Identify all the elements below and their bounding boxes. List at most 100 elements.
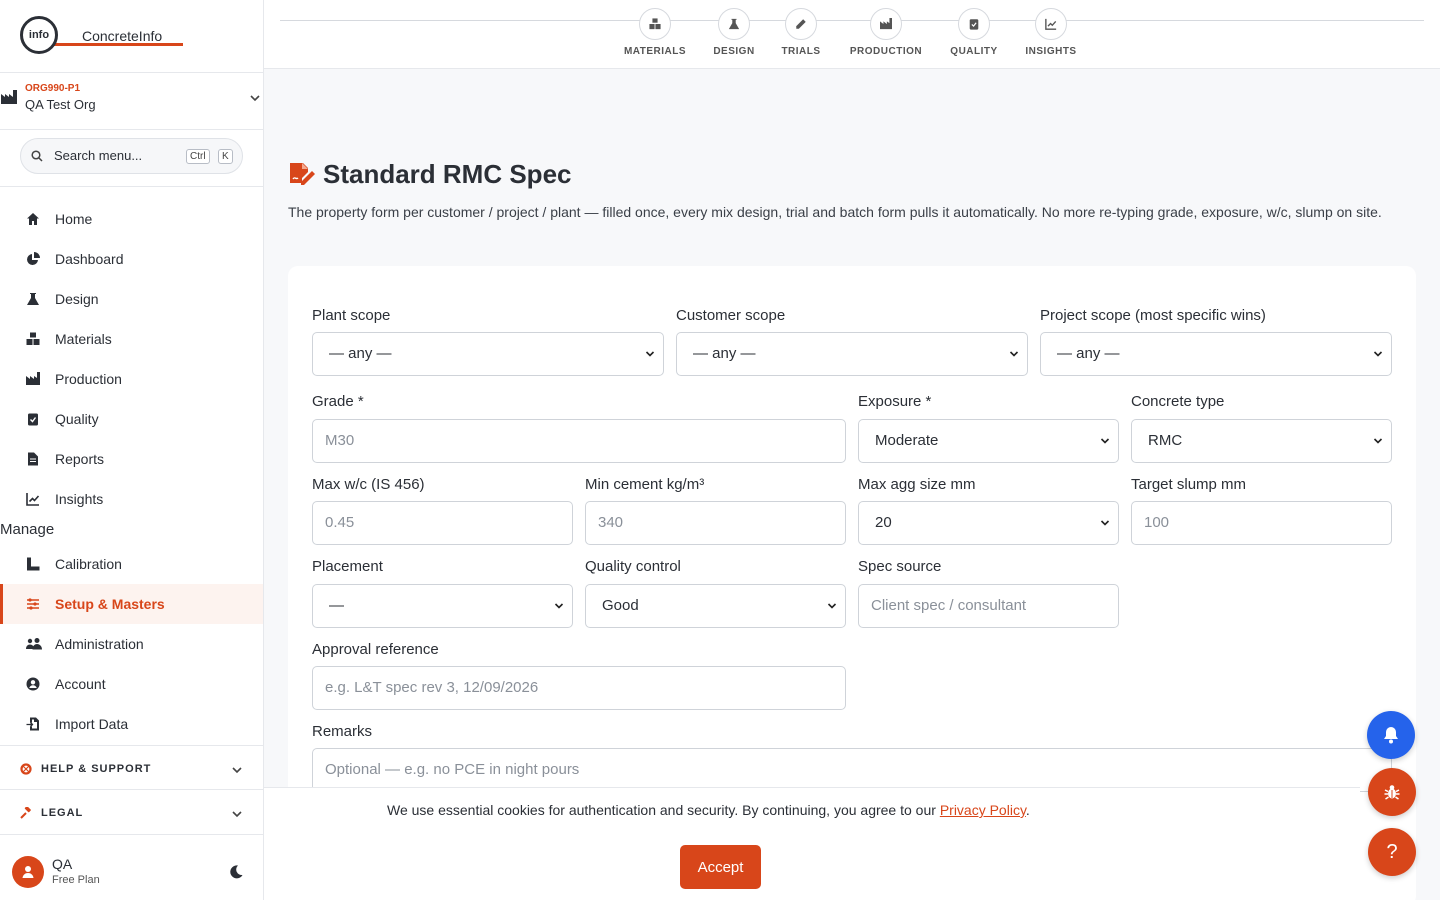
life-ring-icon: [20, 763, 32, 775]
step-label: TRIALS: [781, 46, 821, 57]
sidebar-item-label: Import Data: [55, 716, 129, 732]
sidebar-item-insights[interactable]: Insights: [0, 479, 263, 519]
sidebar-item-calibration[interactable]: Calibration: [0, 544, 263, 584]
report-bug-button[interactable]: [1368, 768, 1416, 816]
plant-scope-select[interactable]: — any —: [312, 332, 664, 376]
remarks-input[interactable]: Optional — e.g. no PCE in night pours: [312, 748, 1392, 792]
accordion-legal[interactable]: LEGAL: [0, 791, 263, 835]
input-placeholder: Optional — e.g. no PCE in night pours: [325, 761, 580, 778]
spec-source-input[interactable]: Client spec / consultant: [858, 584, 1119, 628]
file-text-icon: [28, 452, 38, 466]
remarks-label: Remarks: [312, 723, 373, 740]
step-production[interactable]: PRODUCTION: [841, 8, 931, 66]
org-switcher[interactable]: ORG990-P1 QA Test Org: [0, 82, 263, 122]
sidebar-item-label: Reports: [55, 451, 105, 467]
divider: [0, 745, 263, 746]
min-cement-input[interactable]: 340: [585, 501, 846, 545]
concrete-type-select[interactable]: RMC: [1131, 419, 1392, 463]
step-trials[interactable]: TRIALS: [756, 8, 846, 66]
select-value: Good: [602, 597, 639, 614]
clipboard-check-icon: [28, 413, 38, 426]
sidebar-item-label: Administration: [55, 636, 144, 652]
step-insights[interactable]: INSIGHTS: [1006, 8, 1096, 66]
input-placeholder: 100: [1144, 514, 1170, 531]
factory-icon: [880, 18, 892, 30]
page-description: The property form per customer / project…: [288, 204, 1382, 220]
users-icon: [26, 638, 42, 650]
sidebar-item-production[interactable]: Production: [0, 359, 263, 399]
concrete-type-label: Concrete type: [1131, 393, 1225, 410]
chevron-down-icon: [554, 603, 564, 609]
max-wc-input[interactable]: 0.45: [312, 501, 573, 545]
target-slump-input[interactable]: 100: [1131, 501, 1392, 545]
sidebar-item-label: Dashboard: [55, 251, 124, 267]
sidebar-item-quality[interactable]: Quality: [0, 399, 263, 439]
factory-icon: [26, 372, 40, 385]
placement-select[interactable]: —: [312, 584, 573, 628]
sidebar-item-import-data[interactable]: Import Data: [0, 704, 263, 744]
help-button[interactable]: ?: [1368, 828, 1416, 876]
approval-ref-input[interactable]: e.g. L&T spec rev 3, 12/09/2026: [312, 666, 846, 710]
chevron-down-icon: [1100, 438, 1110, 444]
user-profile[interactable]: QA Free Plan: [0, 845, 263, 900]
accordion-help-support[interactable]: HELP & SUPPORT: [0, 747, 263, 791]
accept-cookies-button[interactable]: Accept: [680, 845, 761, 889]
user-plan: Free Plan: [52, 874, 100, 886]
sidebar-item-label: Quality: [55, 411, 99, 427]
cookie-banner: We use essential cookies for authenticat…: [264, 787, 1360, 900]
max-wc-label: Max w/c (IS 456): [312, 476, 425, 493]
sidebar-item-reports[interactable]: Reports: [0, 439, 263, 479]
chevron-down-icon: [645, 351, 655, 357]
project-scope-select[interactable]: — any —: [1040, 332, 1392, 376]
customer-scope-select[interactable]: — any —: [676, 332, 1028, 376]
chevron-down-icon: [827, 603, 837, 609]
chevron-down-icon: [1373, 438, 1383, 444]
sidebar-item-label: Insights: [55, 491, 104, 507]
grade-label: Grade *: [312, 393, 364, 410]
divider: [0, 789, 263, 790]
exposure-select[interactable]: Moderate: [858, 419, 1119, 463]
user-icon: [22, 866, 34, 878]
input-placeholder: e.g. L&T spec rev 3, 12/09/2026: [325, 679, 539, 696]
min-cement-label: Min cement kg/m³: [585, 476, 705, 493]
search-icon: [31, 150, 43, 162]
sidebar-item-design[interactable]: Design: [0, 279, 263, 319]
logo[interactable]: info ConcreteInfo: [20, 16, 183, 54]
kbd-k: K: [218, 149, 233, 164]
sidebar-item-account[interactable]: Account: [0, 664, 263, 704]
bug-icon: [1384, 785, 1400, 800]
pencil-icon: [796, 19, 806, 29]
quality-control-select[interactable]: Good: [585, 584, 846, 628]
moon-icon[interactable]: [228, 864, 244, 880]
search-input[interactable]: Search menu... Ctrl K: [20, 138, 243, 174]
step-materials[interactable]: MATERIALS: [610, 8, 700, 66]
max-agg-select[interactable]: 20: [858, 501, 1119, 545]
select-value: —: [329, 597, 344, 614]
chevron-down-icon: [1373, 351, 1383, 357]
spec-source-label: Spec source: [858, 558, 942, 575]
customer-scope-label: Customer scope: [676, 307, 786, 324]
approval-ref-label: Approval reference: [312, 641, 439, 658]
main-content: Standard RMC Spec The property form per …: [264, 69, 1440, 900]
select-value: 20: [875, 514, 892, 531]
sidebar-item-setup-masters[interactable]: Setup & Masters: [0, 584, 263, 624]
project-scope-label: Project scope (most specific wins): [1040, 307, 1266, 324]
sidebar-item-dashboard[interactable]: Dashboard: [0, 239, 263, 279]
input-placeholder: 340: [598, 514, 624, 531]
sidebar-item-home[interactable]: Home: [0, 199, 263, 239]
input-placeholder: Client spec / consultant: [871, 597, 1027, 614]
pie-chart-icon: [27, 252, 40, 265]
cookie-text: We use essential cookies for authenticat…: [387, 802, 1030, 818]
sidebar-item-administration[interactable]: Administration: [0, 624, 263, 664]
max-agg-label: Max agg size mm: [858, 476, 976, 493]
notifications-button[interactable]: [1367, 711, 1415, 759]
step-label: PRODUCTION: [849, 46, 923, 57]
grade-input[interactable]: M30: [312, 419, 846, 463]
cookie-end: .: [1025, 802, 1030, 818]
privacy-policy-link[interactable]: Privacy Policy: [940, 802, 1026, 818]
bell-icon: [1384, 727, 1398, 744]
input-placeholder: M30: [325, 432, 355, 449]
sidebar-item-label: Calibration: [55, 556, 122, 572]
sidebar-item-materials[interactable]: Materials: [0, 319, 263, 359]
divider: [0, 72, 263, 73]
